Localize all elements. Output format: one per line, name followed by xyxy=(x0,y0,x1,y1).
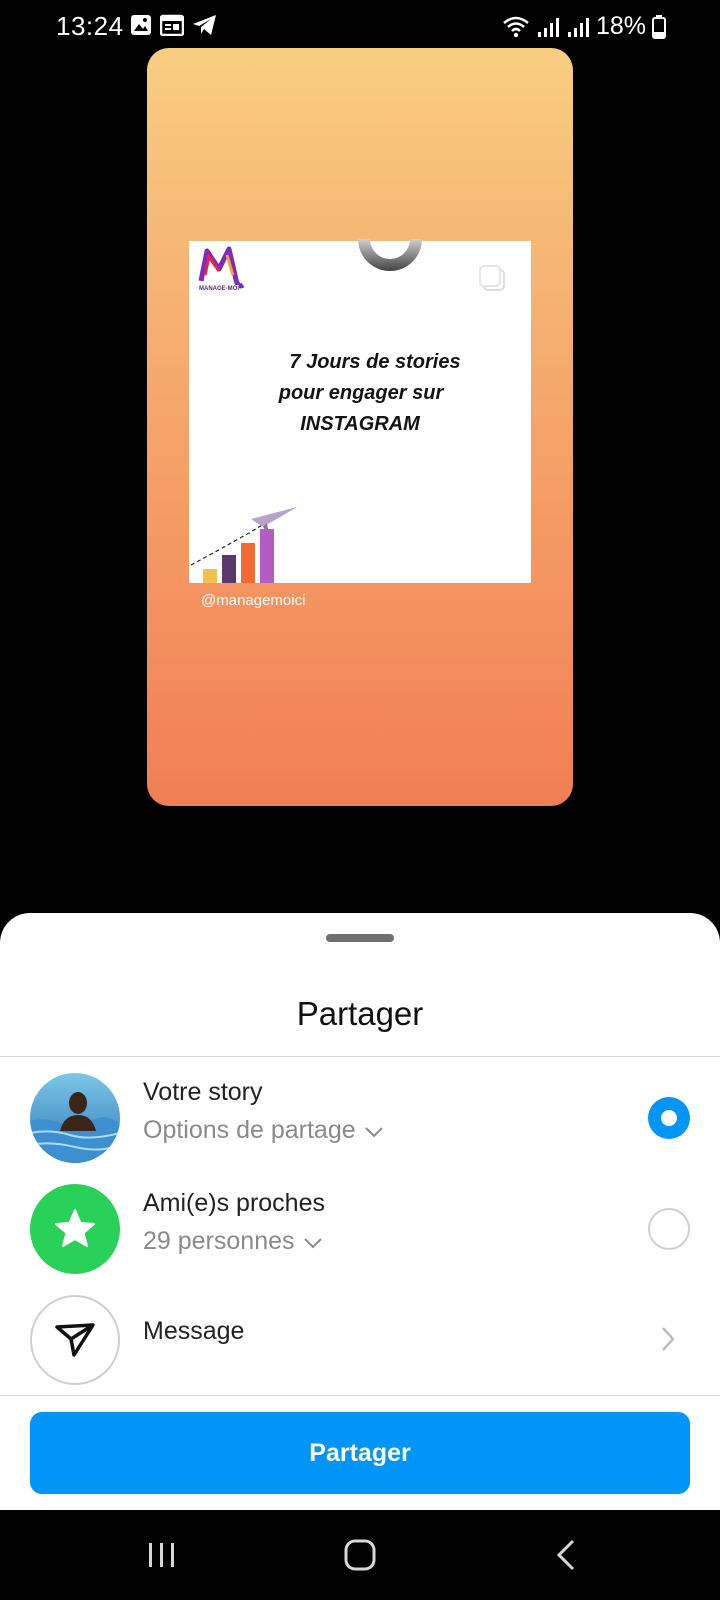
story-preview: MANAGE-MOI 7 Jours de stories pour engag… xyxy=(147,48,573,806)
chevron-down-icon xyxy=(303,1237,322,1248)
system-icons: 18% xyxy=(502,12,666,41)
option-title: Message xyxy=(143,1317,245,1345)
option-subtitle: 29 personnes xyxy=(143,1227,295,1255)
image-icon xyxy=(131,15,151,35)
post-headline-line1: 7 Jours de stories xyxy=(289,351,461,373)
battery-icon xyxy=(652,14,666,39)
chevron-down-icon xyxy=(364,1126,383,1137)
growth-chart-illustration xyxy=(190,507,297,583)
post-headline: 7 Jours de stories pour engager sur INST… xyxy=(189,347,531,440)
calendar-icon xyxy=(160,14,184,36)
post-headline-line2: pour engager sur xyxy=(278,382,444,404)
notification-icons xyxy=(130,14,218,36)
system-nav-bar xyxy=(0,1510,720,1600)
signal-icon xyxy=(537,17,559,37)
svg-text:MANAGE-MOI: MANAGE-MOI xyxy=(199,286,239,292)
shared-post: MANAGE-MOI 7 Jours de stories pour engag… xyxy=(189,239,531,583)
option-title: Ami(e)s proches xyxy=(143,1189,325,1217)
story-handle: @managemoici xyxy=(201,592,306,609)
radio-selected[interactable] xyxy=(648,1097,690,1139)
close-friends-dropdown[interactable]: 29 personnes xyxy=(143,1227,323,1256)
sheet-grabber[interactable] xyxy=(326,934,394,942)
divider xyxy=(0,1395,720,1396)
avatar xyxy=(30,1073,120,1163)
share-button[interactable]: Partager xyxy=(30,1412,690,1494)
status-bar: 13:24 18% xyxy=(0,0,720,52)
share-sheet: Partager Votre story Options de partage xyxy=(0,913,720,1510)
radio-unselected[interactable] xyxy=(648,1208,690,1250)
close-friends-badge xyxy=(30,1184,120,1274)
battery-percentage: 18% xyxy=(595,12,646,40)
signal-icon xyxy=(567,17,589,37)
home-icon xyxy=(344,1539,376,1571)
recent-apps-icon xyxy=(149,1543,174,1567)
home-button[interactable] xyxy=(300,1510,420,1600)
chevron-right-icon xyxy=(662,1327,675,1351)
star-icon xyxy=(55,1209,95,1247)
option-message[interactable]: Message xyxy=(0,1284,720,1394)
back-icon xyxy=(556,1539,575,1571)
post-headline-line3: INSTAGRAM xyxy=(300,413,420,435)
sheet-title: Partager xyxy=(296,995,424,1032)
divider xyxy=(0,1056,720,1057)
ring-decoration xyxy=(358,239,422,271)
option-close-friends[interactable]: Ami(e)s proches 29 personnes xyxy=(0,1173,720,1283)
option-your-story[interactable]: Votre story Options de partage xyxy=(0,1062,720,1172)
option-title: Votre story xyxy=(143,1078,263,1106)
sharing-options-dropdown[interactable]: Options de partage xyxy=(143,1116,384,1145)
recent-apps-button[interactable] xyxy=(102,1510,222,1600)
status-time: 13:24 xyxy=(56,11,124,41)
managemoi-logo: MANAGE-MOI xyxy=(198,246,245,292)
telegram-icon xyxy=(193,15,216,35)
wifi-icon xyxy=(503,16,529,37)
option-subtitle: Options de partage xyxy=(143,1116,356,1144)
message-badge xyxy=(30,1295,120,1385)
multiple-images-icon xyxy=(479,265,505,291)
send-icon xyxy=(55,1323,95,1357)
back-button[interactable] xyxy=(506,1510,626,1600)
